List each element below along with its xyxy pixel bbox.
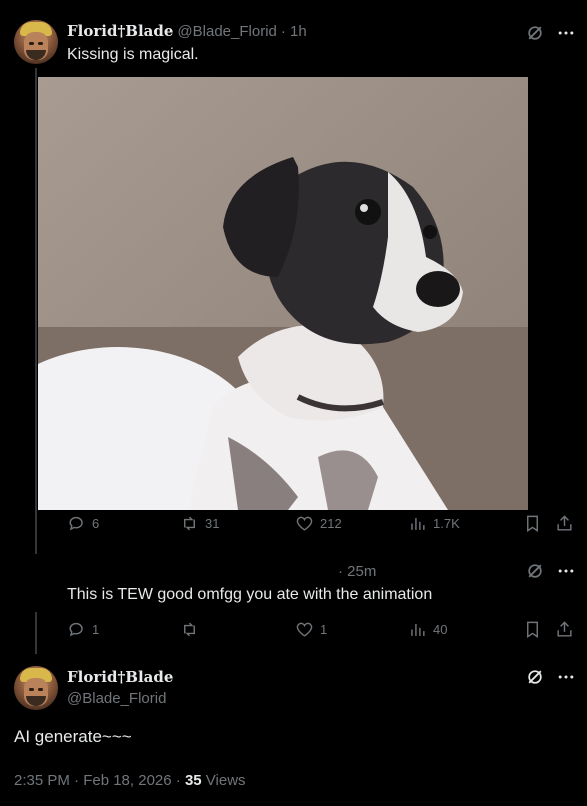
reply-count: 1 <box>92 622 100 637</box>
share-icon[interactable] <box>553 618 575 640</box>
retweet-button[interactable] <box>180 620 205 639</box>
tweet-time[interactable]: · 1h <box>281 23 307 40</box>
more-icon[interactable] <box>555 22 577 44</box>
reply-text: This is TEW good omfgg you ate with the … <box>67 586 433 603</box>
tweet-header: Florid†Blade @Blade_Florid · 1h <box>67 22 307 40</box>
bookmark-icon[interactable] <box>521 512 543 534</box>
more-icon[interactable] <box>555 560 577 582</box>
grok-icon[interactable] <box>524 666 546 688</box>
tweet-text: Kissing is magical. <box>67 46 199 63</box>
views-button[interactable]: 1.7K <box>408 514 460 533</box>
reply-button[interactable]: 1 <box>67 620 99 639</box>
retweet-button[interactable]: 31 <box>180 514 219 533</box>
retweet-icon <box>184 622 195 637</box>
like-button[interactable]: 1 <box>295 620 327 639</box>
post-timestamp[interactable]: 2:35 PM · Feb 18, 2026 · <box>14 772 185 789</box>
views-icon <box>411 623 425 636</box>
views-button[interactable]: 40 <box>408 620 447 639</box>
like-count: 1 <box>320 622 328 637</box>
like-count: 212 <box>320 516 342 531</box>
like-button[interactable]: 212 <box>295 514 342 533</box>
views-label: Views <box>201 772 246 789</box>
retweet-count: 31 <box>205 516 220 531</box>
like-icon <box>296 516 313 531</box>
handle[interactable]: @Blade_Florid <box>177 23 276 40</box>
display-name[interactable]: Florid†Blade <box>67 22 173 40</box>
share-icon[interactable] <box>553 512 575 534</box>
avatar[interactable] <box>14 20 58 64</box>
handle[interactable]: @Blade_Florid <box>67 690 166 707</box>
thread-line-2 <box>35 612 37 654</box>
views-count: 40 <box>433 622 448 637</box>
reply-icon <box>69 622 83 637</box>
thread-line <box>35 68 37 554</box>
views-icon <box>411 517 425 530</box>
tweet-media[interactable] <box>38 77 528 510</box>
avatar[interactable] <box>14 666 58 710</box>
bookmark-icon[interactable] <box>521 618 543 640</box>
main-post-text: AI generate~~~ <box>14 727 132 746</box>
grok-icon[interactable] <box>524 22 546 44</box>
display-name[interactable]: Florid†Blade <box>67 668 173 686</box>
reply-count: 6 <box>92 516 100 531</box>
reply-time[interactable]: · 25m <box>338 563 376 580</box>
reply-icon <box>69 516 83 531</box>
retweet-icon <box>184 516 195 531</box>
grok-icon[interactable] <box>524 560 546 582</box>
views-count: 35 <box>184 772 202 789</box>
views-count: 1.7K <box>433 516 460 531</box>
post-meta: 2:35 PM · Feb 18, 2026 · 35 Views <box>14 772 246 789</box>
reply-button[interactable]: 6 <box>67 514 99 533</box>
like-icon <box>296 622 313 637</box>
more-icon[interactable] <box>555 666 577 688</box>
